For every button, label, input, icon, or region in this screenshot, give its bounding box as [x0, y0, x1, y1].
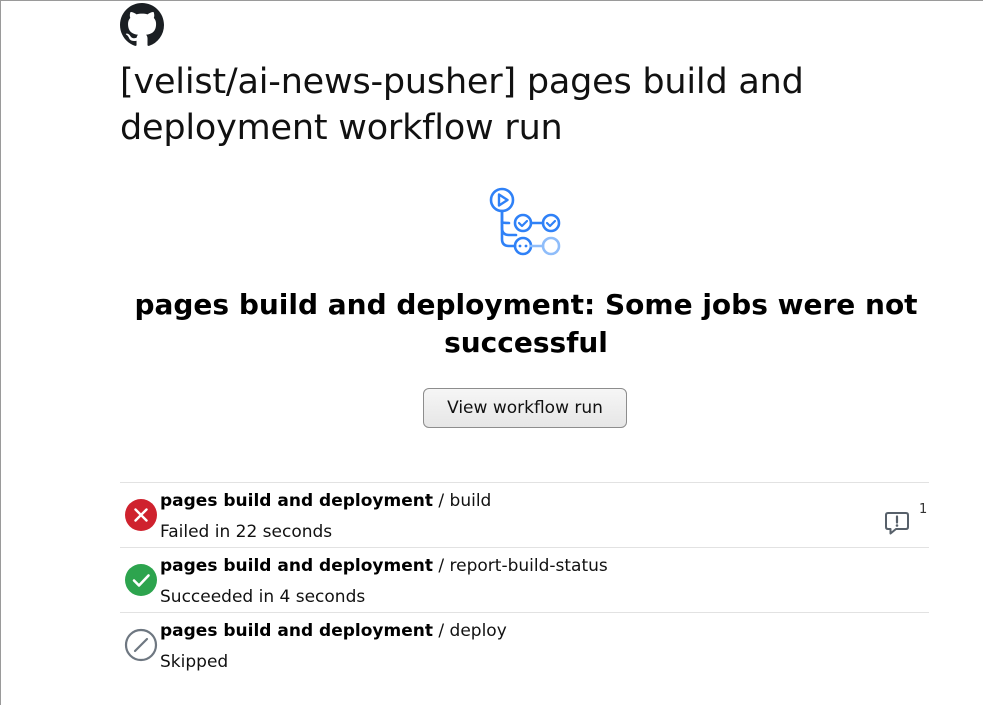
github-logo-icon [120, 3, 164, 46]
job-status-text: Skipped [160, 652, 229, 672]
separator: / [438, 556, 445, 576]
x-circle-icon [125, 499, 157, 531]
workflow-run-icon [489, 187, 561, 256]
job-title: pages build and deployment / report-buil… [160, 555, 608, 577]
workflow-status-headline: pages build and deployment: Some jobs we… [134, 288, 918, 359]
job-status-text: Succeeded in 4 seconds [160, 587, 366, 607]
separator: / [438, 491, 445, 511]
job-name: deploy [449, 621, 507, 641]
annotations-indicator[interactable]: 1 [884, 502, 929, 536]
check-circle-icon [125, 564, 157, 596]
job-name: build [449, 491, 492, 511]
jobs-list: pages build and deployment / build Faile… [120, 482, 929, 677]
view-workflow-run-button[interactable]: View workflow run [423, 388, 627, 428]
job-row-deploy[interactable]: pages build and deployment / deploy Skip… [120, 612, 929, 677]
separator: / [438, 621, 445, 641]
job-title: pages build and deployment / deploy [160, 620, 507, 642]
job-title: pages build and deployment / build [160, 490, 491, 512]
comment-alert-icon [885, 512, 909, 535]
workflow-name: pages build and deployment [160, 556, 433, 576]
skip-circle-icon [124, 628, 158, 662]
workflow-name: pages build and deployment [160, 621, 433, 641]
job-row-report-build-status[interactable]: pages build and deployment / report-buil… [120, 547, 929, 612]
workflow-name: pages build and deployment [160, 491, 433, 511]
job-row-build[interactable]: pages build and deployment / build Faile… [120, 482, 929, 547]
job-name: report-build-status [449, 556, 608, 576]
job-status-text: Failed in 22 seconds [160, 522, 333, 542]
email-title: [velist/ai-news-pusher] pages build and … [120, 62, 804, 148]
annotation-count: 1 [919, 502, 928, 517]
